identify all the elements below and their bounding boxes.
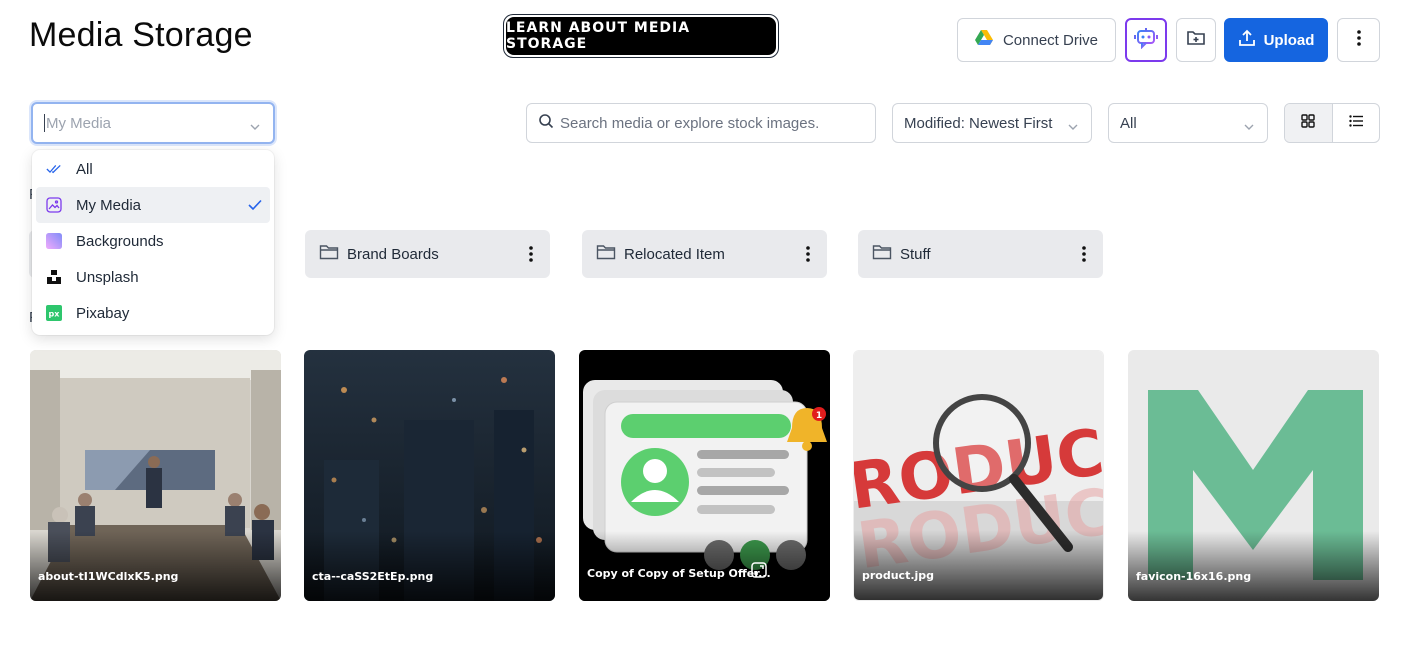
media-source-value: My Media	[46, 114, 112, 132]
file-name: about-tI1WCdlxK5.png	[38, 570, 179, 583]
folder-item[interactable]: Stuff	[858, 230, 1103, 278]
image-icon	[46, 197, 62, 213]
folder-plus-icon	[1186, 29, 1206, 51]
dropdown-item-all[interactable]: All	[36, 151, 270, 187]
svg-text:px: px	[49, 310, 61, 319]
media-source-dropdown: All My Media Backgrounds Unsplash px Pix…	[32, 150, 274, 335]
media-card[interactable]: about-tI1WCdlxK5.png	[30, 350, 281, 601]
kebab-icon[interactable]	[529, 246, 533, 266]
media-source-select[interactable]: My Media	[31, 102, 275, 144]
file-name: product.jpg	[862, 569, 935, 582]
double-check-icon	[46, 161, 62, 177]
media-card[interactable]: cta--caSS2EtEp.png	[304, 350, 555, 601]
upload-button[interactable]: Upload	[1224, 18, 1328, 62]
folder-item[interactable]: Relocated Item	[582, 230, 827, 278]
folder-name: Relocated Item	[624, 245, 725, 263]
text-caret	[44, 114, 45, 132]
chevron-down-icon	[1243, 118, 1255, 135]
gradient-icon	[46, 233, 62, 249]
view-toggle	[1284, 103, 1380, 143]
dropdown-item-label: My Media	[76, 196, 142, 214]
dropdown-item-label: All	[76, 160, 93, 178]
media-card[interactable]: RODUC RODUC product.jpg	[853, 350, 1104, 601]
chevron-down-icon	[1067, 118, 1079, 135]
search-input[interactable]: Search media or explore stock images.	[526, 103, 876, 143]
learn-about-media-storage-button[interactable]: LEARN ABOUT MEDIA STORAGE	[503, 14, 779, 58]
dropdown-item-my-media[interactable]: My Media	[36, 187, 270, 223]
list-view-button[interactable]	[1333, 104, 1380, 142]
folder-item[interactable]: Brand Boards	[305, 230, 550, 278]
dropdown-item-label: Unsplash	[76, 268, 139, 286]
dropdown-item-pixabay[interactable]: px Pixabay	[36, 295, 270, 331]
connect-drive-label: Connect Drive	[1002, 31, 1099, 49]
kebab-icon[interactable]	[806, 246, 810, 266]
grid-icon	[1301, 113, 1315, 133]
folder-icon	[872, 244, 892, 264]
dropdown-item-unsplash[interactable]: Unsplash	[36, 259, 270, 295]
search-icon	[538, 113, 554, 133]
folder-name: Brand Boards	[347, 245, 439, 263]
list-icon	[1349, 114, 1363, 132]
file-name: favicon-16x16.png	[1136, 570, 1252, 583]
learn-button-label: LEARN ABOUT MEDIA STORAGE	[506, 17, 776, 55]
type-filter-select[interactable]: All	[1108, 103, 1268, 143]
card-overlay	[579, 531, 830, 601]
file-name: cta--caSS2EtEp.png	[312, 570, 434, 583]
google-drive-icon	[974, 30, 993, 50]
folder-icon	[319, 244, 339, 264]
folder-name: Stuff	[900, 245, 931, 263]
robot-icon	[1134, 27, 1158, 53]
page-title: Media Storage	[29, 16, 253, 54]
media-card[interactable]: 1 Copy of Copy of Setup Offer...	[579, 350, 830, 601]
unsplash-icon	[46, 269, 62, 285]
ai-assistant-button[interactable]	[1125, 18, 1167, 62]
search-placeholder: Search media or explore stock images.	[560, 114, 820, 132]
more-options-button[interactable]	[1337, 18, 1380, 62]
new-folder-button[interactable]	[1176, 18, 1216, 62]
type-value: All	[1120, 114, 1137, 132]
kebab-icon	[1356, 30, 1361, 50]
card-overlay	[304, 531, 555, 601]
media-card[interactable]: favicon-16x16.png	[1128, 350, 1379, 601]
card-overlay	[854, 530, 1103, 600]
dropdown-item-label: Pixabay	[76, 304, 130, 322]
notification-count: 1	[816, 411, 822, 421]
folder-icon	[596, 244, 616, 264]
file-name: Copy of Copy of Setup Offer...	[587, 567, 771, 580]
upload-label: Upload	[1263, 31, 1315, 49]
sort-select[interactable]: Modified: Newest First	[892, 103, 1092, 143]
pixabay-icon: px	[46, 305, 62, 321]
card-overlay	[1128, 531, 1379, 601]
check-icon	[248, 198, 262, 215]
upload-icon	[1238, 29, 1256, 51]
sort-value: Modified: Newest First	[904, 114, 1053, 132]
card-overlay	[30, 531, 281, 601]
chevron-down-icon	[249, 118, 261, 135]
dropdown-item-backgrounds[interactable]: Backgrounds	[36, 223, 270, 259]
expand-icon[interactable]	[751, 562, 767, 583]
connect-drive-button[interactable]: Connect Drive	[957, 18, 1116, 62]
dropdown-item-label: Backgrounds	[76, 232, 164, 250]
grid-view-button[interactable]	[1285, 104, 1333, 142]
kebab-icon[interactable]	[1082, 246, 1086, 266]
